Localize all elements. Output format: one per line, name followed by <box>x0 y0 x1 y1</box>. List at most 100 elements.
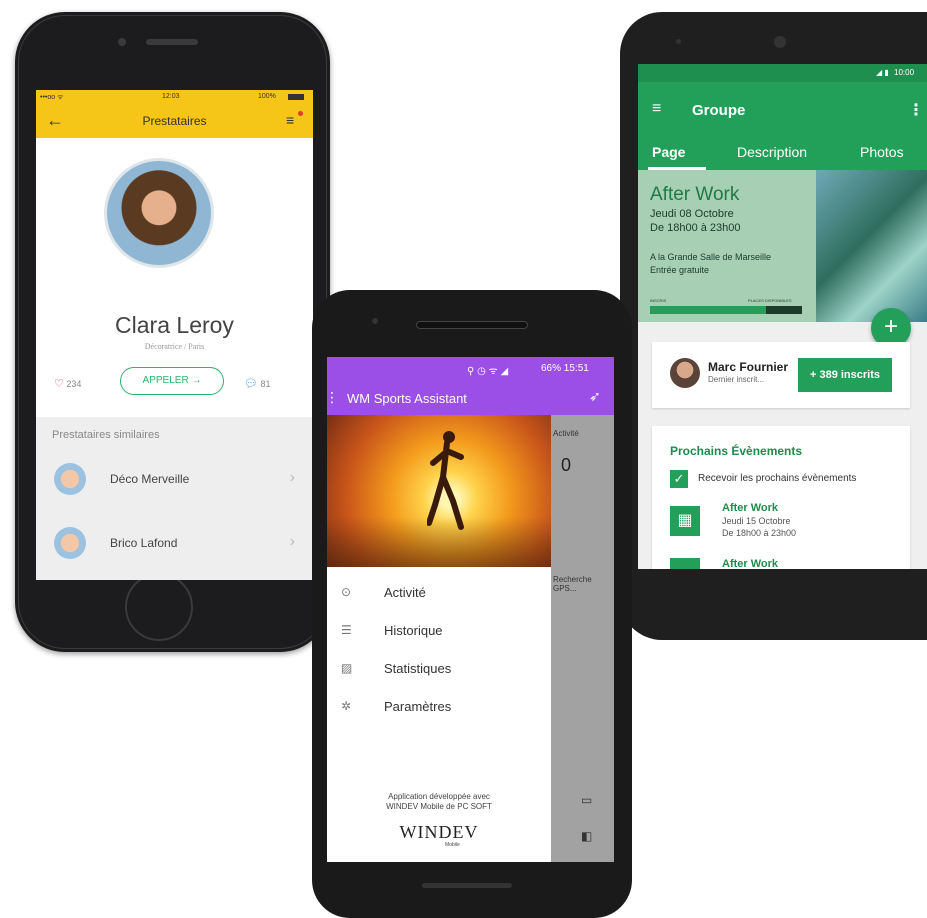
nav-bar: ← Prestataires ≡ <box>36 104 313 138</box>
drawer-item-label: Statistiques <box>384 661 452 676</box>
upcoming-event-time: De 18h00 à 23h00 <box>722 528 797 538</box>
windev-logo: WINDEV <box>399 822 479 842</box>
status-time: 12:03 <box>162 93 180 100</box>
bar-left-label: INSCRIS <box>650 298 667 303</box>
bar-right-label: PLACES DISPONIBLES <box>748 298 792 303</box>
behind-gps-status: Recherche GPS... <box>553 575 592 593</box>
home-button[interactable] <box>125 573 193 641</box>
app-title: WM Sports Assistant <box>347 391 467 406</box>
target-icon: ⊙ <box>341 585 352 599</box>
list-item[interactable]: Déco Merveille › <box>36 452 313 508</box>
avatar <box>670 358 700 388</box>
toolbar: ≡ Groupe ⋮ <box>638 82 927 144</box>
chevron-right-icon: › <box>289 533 295 550</box>
chat-bubble-icon: 💬︎ <box>244 378 258 390</box>
upcoming-event-title[interactable]: After Work <box>722 502 778 514</box>
avatar <box>54 527 86 559</box>
credit-line-2: WINDEV Mobile de PC SOFT <box>386 802 492 811</box>
chart-icon: ▨ <box>341 661 353 675</box>
speaker-grille <box>416 321 528 329</box>
camera-icon <box>774 36 786 48</box>
likes-count: 234 <box>66 379 82 389</box>
toolbar-title: Groupe <box>692 102 746 119</box>
likes[interactable]: ♡ 234 <box>54 377 81 390</box>
app-bar: ⋮ WM Sports Assistant ➶ <box>327 381 614 415</box>
event-photo <box>816 170 927 322</box>
chevron-right-icon: › <box>289 469 295 486</box>
list-icon: ☰ <box>341 623 352 637</box>
battery-icon <box>288 94 304 100</box>
group-app-screen: ◢ ▮ 10:00 ≡ Groupe ⋮ Page Description Ph… <box>638 64 927 569</box>
prestataires-app-screen: •••oo ᯤ 12:03 100% ← Prestataires ≡ Clar… <box>36 90 313 580</box>
messages[interactable]: 💬︎ 81 <box>244 377 271 390</box>
carrier-signal: •••oo ᯤ <box>40 94 64 101</box>
drawer-item-parametres[interactable]: ✲ Paramètres <box>327 689 551 727</box>
upcoming-event-title[interactable]: After Work <box>722 558 778 569</box>
heart-icon: ♡ <box>54 378 64 390</box>
camera-icon <box>118 38 126 46</box>
gear-icon: ✲ <box>341 699 352 713</box>
event-title: After Work <box>650 184 740 205</box>
event-date: Jeudi 08 Octobre <box>650 208 734 220</box>
checkbox-checked-icon[interactable]: ✓ <box>670 470 688 488</box>
building-icon <box>670 558 700 569</box>
battery-level: 100% <box>258 93 276 100</box>
signal-icon: ◢ ▮ <box>876 68 889 77</box>
capacity-bar-fill <box>650 306 766 314</box>
drawer-item-label: Paramètres <box>384 699 452 714</box>
status-bar: •••oo ᯤ 12:03 100% <box>36 90 313 104</box>
status-bar: ◢ ▮ 10:00 <box>638 64 927 82</box>
map-icon[interactable]: ◧ <box>581 829 592 843</box>
more-vert-icon[interactable]: ⋮ <box>908 100 924 120</box>
credit-line-1: Application développée avec <box>388 792 490 801</box>
member-name: Marc Fournier <box>708 360 789 374</box>
event-price: Entrée gratuite <box>650 265 710 275</box>
more-vert-icon[interactable]: ⋮ <box>327 389 339 406</box>
status-icons: ⚲ ◷ ᯤ ◢ <box>467 366 509 377</box>
menu-icon[interactable]: ≡ <box>652 100 661 118</box>
drawer-header-trees <box>327 517 551 567</box>
drawer-item-label: Activité <box>384 585 426 600</box>
camera-icon <box>372 318 378 324</box>
bottom-speaker <box>422 883 512 888</box>
status-bar: ⚲ ◷ ᯤ ◢ 66% 15:51 <box>327 357 614 381</box>
drawer-item-historique[interactable]: ☰ Historique <box>327 613 551 651</box>
building-icon: ▦ <box>670 506 700 536</box>
layers-icon[interactable]: ▭ <box>581 793 592 807</box>
credit-text: Application développée avec WINDEV Mobil… <box>327 792 551 812</box>
speaker-grille <box>146 39 198 45</box>
upcoming-title: Prochains Évènements <box>670 444 803 458</box>
checkbox-label: Recevoir les prochains évènements <box>698 473 857 484</box>
sensor-dot <box>676 39 681 44</box>
event-place: A la Grande Salle de Marseille <box>650 252 772 262</box>
behind-header: Activité <box>553 429 579 438</box>
list-item-label: Déco Merveille <box>110 472 190 486</box>
drawer-item-activite[interactable]: ⊙ Activité <box>327 575 551 613</box>
similar-title: Prestataires similaires <box>52 429 160 441</box>
event-time: De 18h00 à 23h00 <box>650 222 741 234</box>
status-time: 10:00 <box>894 68 915 77</box>
tab-photos[interactable]: Photos <box>860 144 904 160</box>
upcoming-event-date: Jeudi 15 Octobre <box>722 516 791 526</box>
behind-counter: 0 <box>561 455 572 475</box>
runner-icon: ➶ <box>589 388 601 404</box>
nav-title: Prestataires <box>142 114 207 128</box>
profile-avatar <box>104 158 214 268</box>
windev-logo-sub: Mobile <box>445 842 460 848</box>
notification-dot <box>298 111 303 116</box>
tab-page[interactable]: Page <box>652 144 685 160</box>
messages-count: 81 <box>260 379 271 389</box>
filter-menu-icon[interactable]: ≡ <box>286 112 294 128</box>
avatar <box>54 463 86 495</box>
profile-subtitle: Décoratrice / Paris <box>144 342 205 351</box>
drawer-item-statistiques[interactable]: ▨ Statistiques <box>327 651 551 689</box>
member-subtitle: Dernier inscrit... <box>708 375 765 384</box>
list-item-label: Brico Lafond <box>110 536 178 550</box>
inscrits-button[interactable]: + 389 inscrits <box>798 358 892 392</box>
profile-name: Clara Leroy <box>115 312 234 338</box>
sports-app-screen: ⚲ ◷ ᯤ ◢ 66% 15:51 ⋮ WM Sports Assistant … <box>327 357 614 862</box>
list-item[interactable]: Brico Lafond › <box>36 516 313 572</box>
tab-description[interactable]: Description <box>737 144 807 160</box>
call-button[interactable]: APPELER → <box>120 367 224 395</box>
drawer-item-label: Historique <box>384 623 443 638</box>
